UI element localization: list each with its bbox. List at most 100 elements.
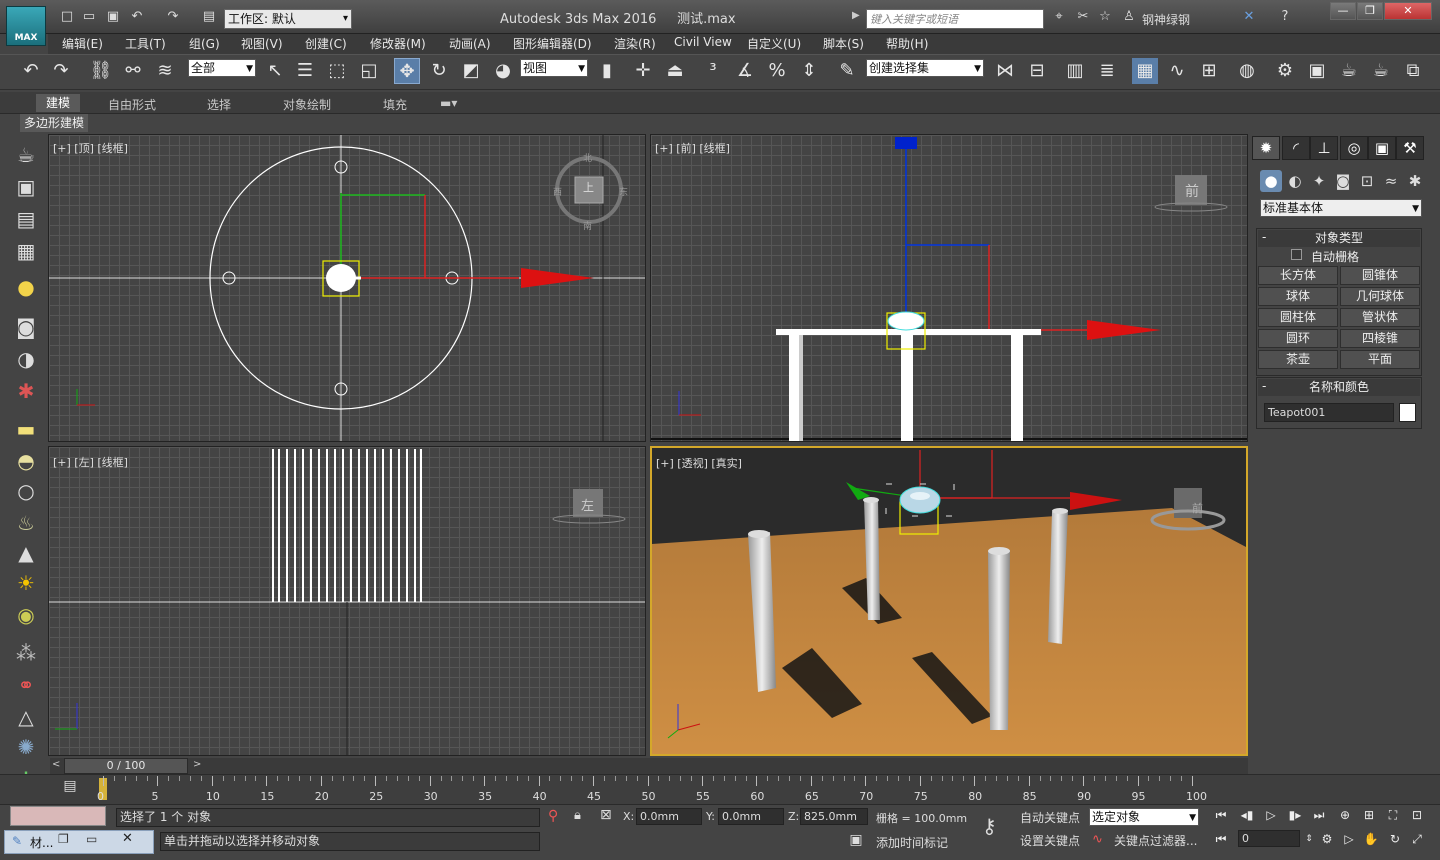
viewport-front-label[interactable]: [+] [前] [线框]	[655, 140, 730, 156]
render-setup-icon[interactable]: ⚙	[1272, 58, 1298, 84]
go-to-start-icon[interactable]: ⏮	[1212, 806, 1230, 824]
tab-populate[interactable]: 填充	[383, 96, 407, 113]
particles-icon[interactable]: ⁂	[12, 640, 40, 666]
set-key-button[interactable]: 设置关键点	[1020, 832, 1080, 849]
tab-freeform[interactable]: 自由形式	[108, 96, 156, 113]
redo-icon[interactable]: ↷	[48, 58, 74, 84]
auto-key-button[interactable]: 自动关键点	[1020, 809, 1080, 826]
menu-edit[interactable]: 编辑(E)	[62, 35, 103, 52]
maximize-small-icon[interactable]: ▭	[86, 832, 97, 846]
viewport-left-label[interactable]: [+] [左] [线框]	[53, 454, 128, 470]
shapes-icon[interactable]: ◐	[1284, 170, 1306, 192]
lock-selection-icon[interactable]: 🔒︎	[574, 808, 581, 823]
pivot-center-icon[interactable]: ▮	[594, 58, 620, 84]
film-icon[interactable]: ✱	[12, 378, 40, 404]
geometry-icon[interactable]: ●	[1260, 170, 1282, 192]
scene-explorer-icon[interactable]: ≣	[1094, 58, 1120, 84]
menu-help[interactable]: 帮助(H)	[886, 35, 928, 52]
maximize-viewport-icon[interactable]: ⤢	[1408, 830, 1426, 848]
tab-motion[interactable]: ◎	[1340, 136, 1368, 160]
teapot-button[interactable]: 茶壶	[1258, 350, 1338, 369]
spacewarps-icon[interactable]: ≈	[1380, 170, 1402, 192]
selection-filter-dropdown[interactable]: 全部	[188, 59, 256, 77]
field-of-view-icon[interactable]: ▷	[1340, 830, 1358, 848]
redo-icon[interactable]: ↷	[164, 9, 182, 25]
next-key-icon[interactable]: ▮▸	[1286, 806, 1304, 824]
viewport-top[interactable]: [+] [顶] [线框] 上 北 南 东 西	[48, 134, 646, 442]
minimize-button[interactable]: —	[1330, 2, 1356, 20]
camera-icon[interactable]: ◙	[12, 314, 40, 340]
named-selection-dropdown[interactable]: 创建选择集	[866, 59, 984, 77]
select-rotate-icon[interactable]: ↻	[426, 58, 452, 84]
exchange-icon[interactable]: ✕	[1240, 9, 1258, 25]
time-slider[interactable]	[50, 758, 1248, 774]
table-icon[interactable]: ▦	[12, 238, 40, 264]
reference-coord-dropdown[interactable]: 视图	[520, 59, 588, 77]
cone-button[interactable]: 圆锥体	[1340, 266, 1420, 285]
pyramid-button[interactable]: 四棱锥	[1340, 329, 1420, 348]
circle-icon[interactable]: ○	[12, 478, 40, 504]
unlink-icon[interactable]: ⚯	[120, 58, 146, 84]
plane-button[interactable]: 平面	[1340, 350, 1420, 369]
key-mode-dropdown[interactable]: 选定对象	[1089, 808, 1199, 826]
tab-utilities[interactable]: ⚒	[1396, 136, 1424, 160]
tab-create[interactable]: ✹	[1252, 136, 1280, 160]
bind-spacewarp-icon[interactable]: ≋	[152, 58, 178, 84]
image-icon[interactable]: ▣	[12, 174, 40, 200]
next-frame-icon[interactable]: >	[193, 759, 201, 770]
menu-customize[interactable]: 自定义(U)	[747, 35, 801, 52]
maximize-button[interactable]: ❐	[1357, 2, 1383, 20]
menu-view[interactable]: 视图(V)	[241, 35, 283, 52]
workspace-dropdown[interactable]: 工作区: 默认	[224, 9, 352, 29]
edit-named-selection-icon[interactable]: ✎	[834, 58, 860, 84]
lights-icon[interactable]: ✦	[1308, 170, 1330, 192]
new-file-icon[interactable]: □	[58, 9, 76, 25]
render-iterative-icon[interactable]: ☕	[1368, 58, 1394, 84]
list-icon[interactable]: ▤	[12, 206, 40, 232]
cone-icon[interactable]: ▲	[12, 540, 40, 566]
taskbar-item-label[interactable]: 材...	[30, 834, 53, 851]
pyramid-icon[interactable]: △	[12, 704, 40, 730]
maxscript-listener[interactable]	[10, 806, 106, 826]
time-slider-thumb[interactable]: 0 / 100	[64, 758, 188, 774]
menu-tools[interactable]: 工具(T)	[125, 35, 166, 52]
frame-spinner-icon[interactable]: ⇕	[1300, 830, 1318, 848]
viewport-left[interactable]: [+] [左] [线框] 左	[48, 446, 646, 756]
time-config-icon[interactable]: ⚙	[1318, 830, 1336, 848]
schematic-view-icon[interactable]: ⊞	[1196, 58, 1222, 84]
plane-icon[interactable]: ▬	[12, 416, 40, 442]
object-name-field[interactable]: Teapot001	[1264, 403, 1394, 422]
dome-icon[interactable]: ◓	[12, 448, 40, 474]
menu-group[interactable]: 组(G)	[189, 35, 220, 52]
menu-create[interactable]: 创建(C)	[305, 35, 347, 52]
set-key-icon[interactable]: ⚷	[982, 814, 997, 838]
menu-animation[interactable]: 动画(A)	[449, 35, 491, 52]
previous-key-icon[interactable]: ◂▮	[1238, 806, 1256, 824]
angle-snap-icon[interactable]: ∡	[732, 58, 758, 84]
menu-modifiers[interactable]: 修改器(M)	[370, 35, 426, 52]
y-coord-field[interactable]: 0.0mm	[718, 808, 784, 825]
align-icon[interactable]: ⊟	[1024, 58, 1050, 84]
zoom-all-icon[interactable]: ⊞	[1360, 806, 1378, 824]
tube-button[interactable]: 管状体	[1340, 308, 1420, 327]
tab-modeling[interactable]: 建模	[36, 94, 81, 112]
viewport-perspective-label[interactable]: [+] [透视] [真实]	[656, 455, 742, 471]
menu-scripting[interactable]: 脚本(S)	[823, 35, 864, 52]
close-button[interactable]: ✕	[1384, 2, 1432, 20]
keyboard-shortcut-icon[interactable]: ⏏	[662, 58, 688, 84]
rendered-frame-icon[interactable]: ▣	[1304, 58, 1330, 84]
ribbon-options-icon[interactable]: ▬▾	[440, 96, 457, 110]
isolate-icon[interactable]: ⚲	[548, 808, 558, 824]
close-small-icon[interactable]: ✕	[122, 831, 133, 846]
snap-toggle-icon[interactable]: ³	[700, 58, 726, 84]
gear-icon[interactable]: ✺	[12, 734, 40, 760]
add-time-tag[interactable]: 添加时间标记	[876, 834, 948, 851]
zoom-region-icon[interactable]: ⛶	[1384, 806, 1402, 824]
mini-curve-editor-icon[interactable]: ▤	[60, 778, 80, 796]
subscription-icon[interactable]: ✂	[1074, 9, 1092, 25]
render-online-icon[interactable]: ⧉	[1400, 58, 1426, 84]
user-name[interactable]: 钢神绿钢	[1142, 11, 1190, 28]
basket-icon[interactable]: ♨	[12, 510, 40, 536]
percent-snap-icon[interactable]: %	[764, 58, 790, 84]
torus-button[interactable]: 圆环	[1258, 329, 1338, 348]
